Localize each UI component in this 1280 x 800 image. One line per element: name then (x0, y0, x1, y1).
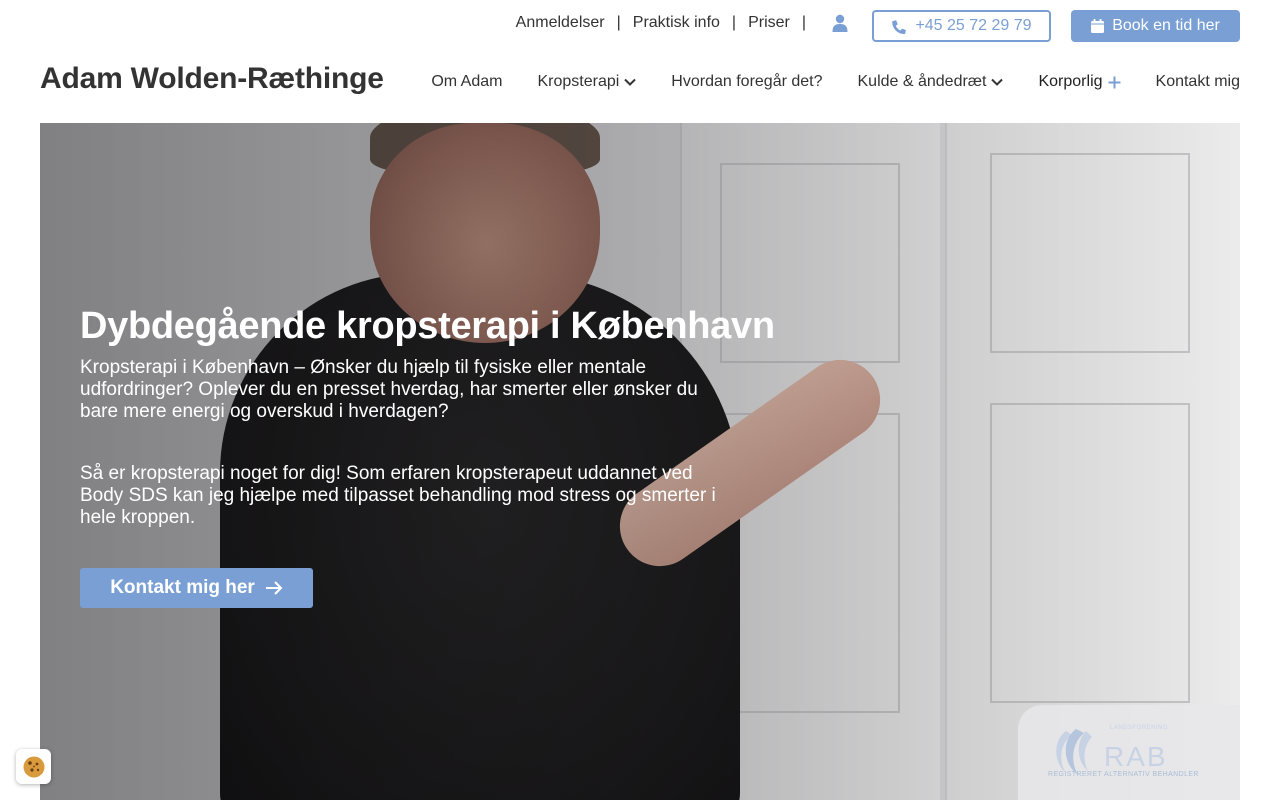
top-links: Anmeldelser | Praktisk info | Priser | (516, 14, 848, 32)
contact-cta-button[interactable]: Kontakt mig her (80, 568, 313, 608)
phone-number: +45 25 72 29 79 (915, 17, 1032, 34)
nav-item-kontakt[interactable]: Kontakt mig (1156, 73, 1240, 91)
top-link-priser[interactable]: Priser (748, 14, 790, 32)
nav-label: Kulde & åndedræt (857, 73, 987, 90)
nav-label: Hvordan foregår det? (671, 73, 823, 90)
top-link-praktisk-info[interactable]: Praktisk info (633, 14, 720, 32)
hero-section: Dybdegående kropsterapi i København Krop… (40, 123, 1240, 800)
nav-label: Om Adam (431, 73, 503, 90)
divider: | (801, 14, 806, 31)
hero-paragraph-1: Kropsterapi i København – Ønsker du hjæl… (80, 357, 698, 422)
rab-title: RAB (1104, 741, 1168, 772)
divider: | (616, 14, 621, 31)
rab-small-text: LANDSFORENING (1110, 725, 1169, 731)
phone-button[interactable]: +45 25 72 29 79 (872, 10, 1051, 42)
plus-icon (1108, 76, 1121, 88)
hero-paragraph-2: Så er kropsterapi noget for dig! Som erf… (80, 463, 716, 528)
top-link-anmeldelser[interactable]: Anmeldelser (516, 14, 605, 32)
nav-label: Kontakt mig (1155, 73, 1240, 90)
nav-label: Kropsterapi (537, 73, 620, 90)
hero-title: Dybdegående kropsterapi i København (80, 305, 775, 347)
top-utility-bar: Anmeldelser | Praktisk info | Priser | +… (0, 0, 1280, 50)
site-logo[interactable]: Adam Wolden-Ræthinge (40, 62, 384, 96)
nav-label: Korporlig (1038, 73, 1103, 90)
rab-badge[interactable]: LANDSFORENING RAB REGISTRERET ALTERNATIV… (1018, 705, 1240, 800)
cookie-icon (23, 756, 44, 777)
arrow-right-icon (265, 581, 283, 595)
rab-subtitle: REGISTRERET ALTERNATIV BEHANDLER (1048, 771, 1199, 778)
book-appointment-button[interactable]: Book en tid her (1071, 10, 1240, 42)
chevron-down-icon (624, 78, 637, 86)
phone-icon (892, 19, 907, 34)
calendar-icon (1091, 19, 1105, 33)
user-icon[interactable] (832, 14, 848, 32)
nav-item-korporlig[interactable]: Korporlig (1038, 73, 1121, 91)
divider: | (731, 14, 737, 31)
main-navigation: Om Adam Kropsterapi Hvordan foregår det?… (431, 73, 1240, 91)
nav-item-kropsterapi[interactable]: Kropsterapi (537, 73, 637, 91)
nav-item-om-adam[interactable]: Om Adam (431, 73, 502, 91)
cookie-settings-button[interactable] (16, 749, 51, 784)
hero-overlay (40, 123, 1240, 800)
chevron-down-icon (991, 78, 1004, 86)
nav-item-kulde[interactable]: Kulde & åndedræt (858, 73, 1004, 91)
cta-label: Kontakt mig her (110, 577, 255, 598)
book-label: Book en tid her (1112, 17, 1220, 34)
nav-item-hvordan[interactable]: Hvordan foregår det? (671, 73, 822, 91)
